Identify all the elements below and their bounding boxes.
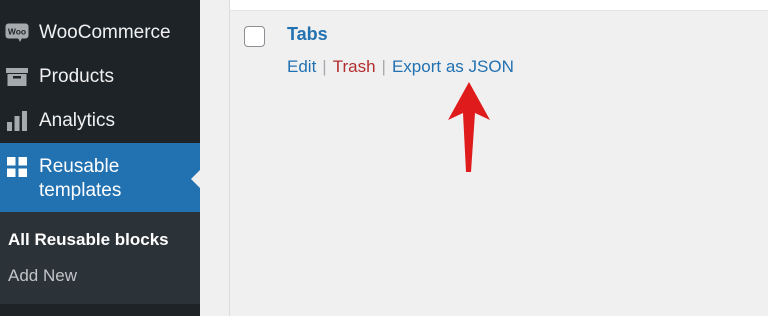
sidebar-submenu: All Reusable blocks Add New (0, 212, 200, 304)
active-menu-pointer (191, 170, 200, 188)
archive-box-icon (5, 65, 29, 89)
bar-chart-icon (5, 109, 29, 133)
sidebar-item-label: Products (39, 66, 114, 87)
red-arrow-icon (448, 82, 490, 172)
sidebar-item-reusable-templates[interactable]: Reusable templates (0, 143, 200, 212)
sidebar-item-label: WooCommerce (39, 22, 171, 43)
content-divider (229, 0, 230, 316)
trash-link[interactable]: Trash (333, 57, 376, 77)
sidebar-item-woocommerce[interactable]: Woo WooCommerce (0, 16, 200, 50)
table-row-previous (230, 0, 768, 10)
sidebar-item-label: Analytics (39, 110, 116, 131)
admin-sidebar: Woo WooCommerce Products Analytics Reusa… (0, 0, 200, 316)
submenu-all-reusable-blocks[interactable]: All Reusable blocks (8, 230, 169, 250)
row-title-link[interactable]: Tabs (287, 24, 328, 45)
export-as-json-link[interactable]: Export as JSON (392, 57, 514, 77)
woocommerce-icon-text: Woo (8, 27, 26, 37)
row-actions: Edit | Trash | Export as JSON (287, 57, 514, 77)
sidebar-item-label: Reusable templates (39, 156, 122, 201)
row-select-checkbox[interactable] (244, 26, 265, 47)
woocommerce-icon: Woo (5, 21, 29, 45)
row-divider (230, 10, 768, 11)
grid-blocks-icon (5, 155, 29, 179)
action-separator: | (381, 57, 386, 76)
edit-link[interactable]: Edit (287, 57, 316, 77)
sidebar-next-item (0, 304, 200, 316)
sidebar-item-products[interactable]: Products (0, 60, 200, 94)
action-separator: | (322, 57, 327, 76)
sidebar-item-analytics[interactable]: Analytics (0, 104, 200, 138)
submenu-add-new[interactable]: Add New (8, 266, 77, 286)
